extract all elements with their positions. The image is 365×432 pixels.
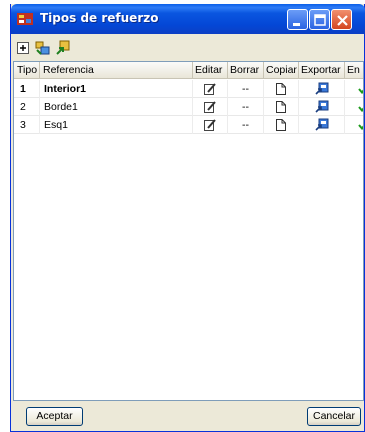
cell-tipo: 3 — [14, 116, 40, 134]
table-row[interactable]: 1 Interior1 -- — [14, 80, 363, 98]
cell-tipo: 2 — [14, 98, 40, 116]
cell-borrar: -- — [228, 98, 264, 116]
reinforcement-table[interactable]: Tipo Referencia Editar Borrar Copiar Exp… — [13, 61, 364, 401]
cell-exportar — [299, 116, 345, 134]
cell-exportar — [299, 80, 345, 98]
edit-icon[interactable] — [203, 100, 217, 114]
check-icon — [356, 82, 363, 96]
toolbar — [11, 34, 365, 60]
table-row[interactable]: 2 Borde1 -- — [14, 98, 363, 116]
app-icon — [16, 10, 34, 28]
export-icon[interactable] — [315, 82, 329, 96]
title-bar[interactable]: Tipos de refuerzo — [11, 4, 365, 34]
minimize-button[interactable] — [287, 9, 308, 30]
import-icon[interactable] — [35, 40, 51, 56]
export-icon[interactable] — [315, 100, 329, 114]
cell-en-uso — [345, 98, 363, 116]
col-en-uso[interactable]: En uso — [345, 62, 363, 79]
cell-borrar: -- — [228, 116, 264, 134]
cell-editar — [193, 116, 228, 134]
check-icon — [356, 118, 363, 132]
close-icon — [337, 15, 348, 26]
export-icon[interactable] — [55, 40, 71, 56]
cell-editar — [193, 80, 228, 98]
col-tipo[interactable]: Tipo — [14, 62, 40, 79]
cell-editar — [193, 98, 228, 116]
cancel-button[interactable]: Cancelar — [307, 407, 361, 426]
minimize-icon — [293, 23, 300, 26]
check-icon — [356, 100, 363, 114]
maximize-button[interactable] — [309, 9, 330, 30]
copy-icon[interactable] — [274, 100, 288, 114]
cell-referencia: Borde1 — [40, 98, 193, 116]
edit-icon[interactable] — [203, 118, 217, 132]
edit-icon[interactable] — [203, 82, 217, 96]
add-icon[interactable] — [15, 40, 31, 56]
copy-icon[interactable] — [274, 118, 288, 132]
maximize-icon — [314, 14, 326, 26]
dialog-window: Tipos de refuerzo Tipo Referencia Editar… — [10, 4, 365, 432]
cell-en-uso — [345, 80, 363, 98]
cell-tipo: 1 — [14, 80, 40, 98]
accept-button[interactable]: Aceptar — [26, 407, 83, 426]
cell-en-uso — [345, 116, 363, 134]
cell-referencia: Interior1 — [40, 80, 193, 98]
table-header: Tipo Referencia Editar Borrar Copiar Exp… — [14, 62, 363, 79]
window-title: Tipos de refuerzo — [40, 11, 159, 25]
cell-exportar — [299, 98, 345, 116]
copy-icon[interactable] — [274, 82, 288, 96]
close-button[interactable] — [331, 9, 352, 30]
col-exportar[interactable]: Exportar — [299, 62, 345, 79]
cell-copiar — [264, 80, 299, 98]
table-row[interactable]: 3 Esq1 -- — [14, 116, 363, 134]
cell-borrar: -- — [228, 80, 264, 98]
cell-copiar — [264, 116, 299, 134]
col-borrar[interactable]: Borrar — [228, 62, 264, 79]
export-icon[interactable] — [315, 118, 329, 132]
cell-copiar — [264, 98, 299, 116]
col-referencia[interactable]: Referencia — [40, 62, 193, 79]
col-copiar[interactable]: Copiar — [264, 62, 299, 79]
col-editar[interactable]: Editar — [193, 62, 228, 79]
cell-referencia: Esq1 — [40, 116, 193, 134]
